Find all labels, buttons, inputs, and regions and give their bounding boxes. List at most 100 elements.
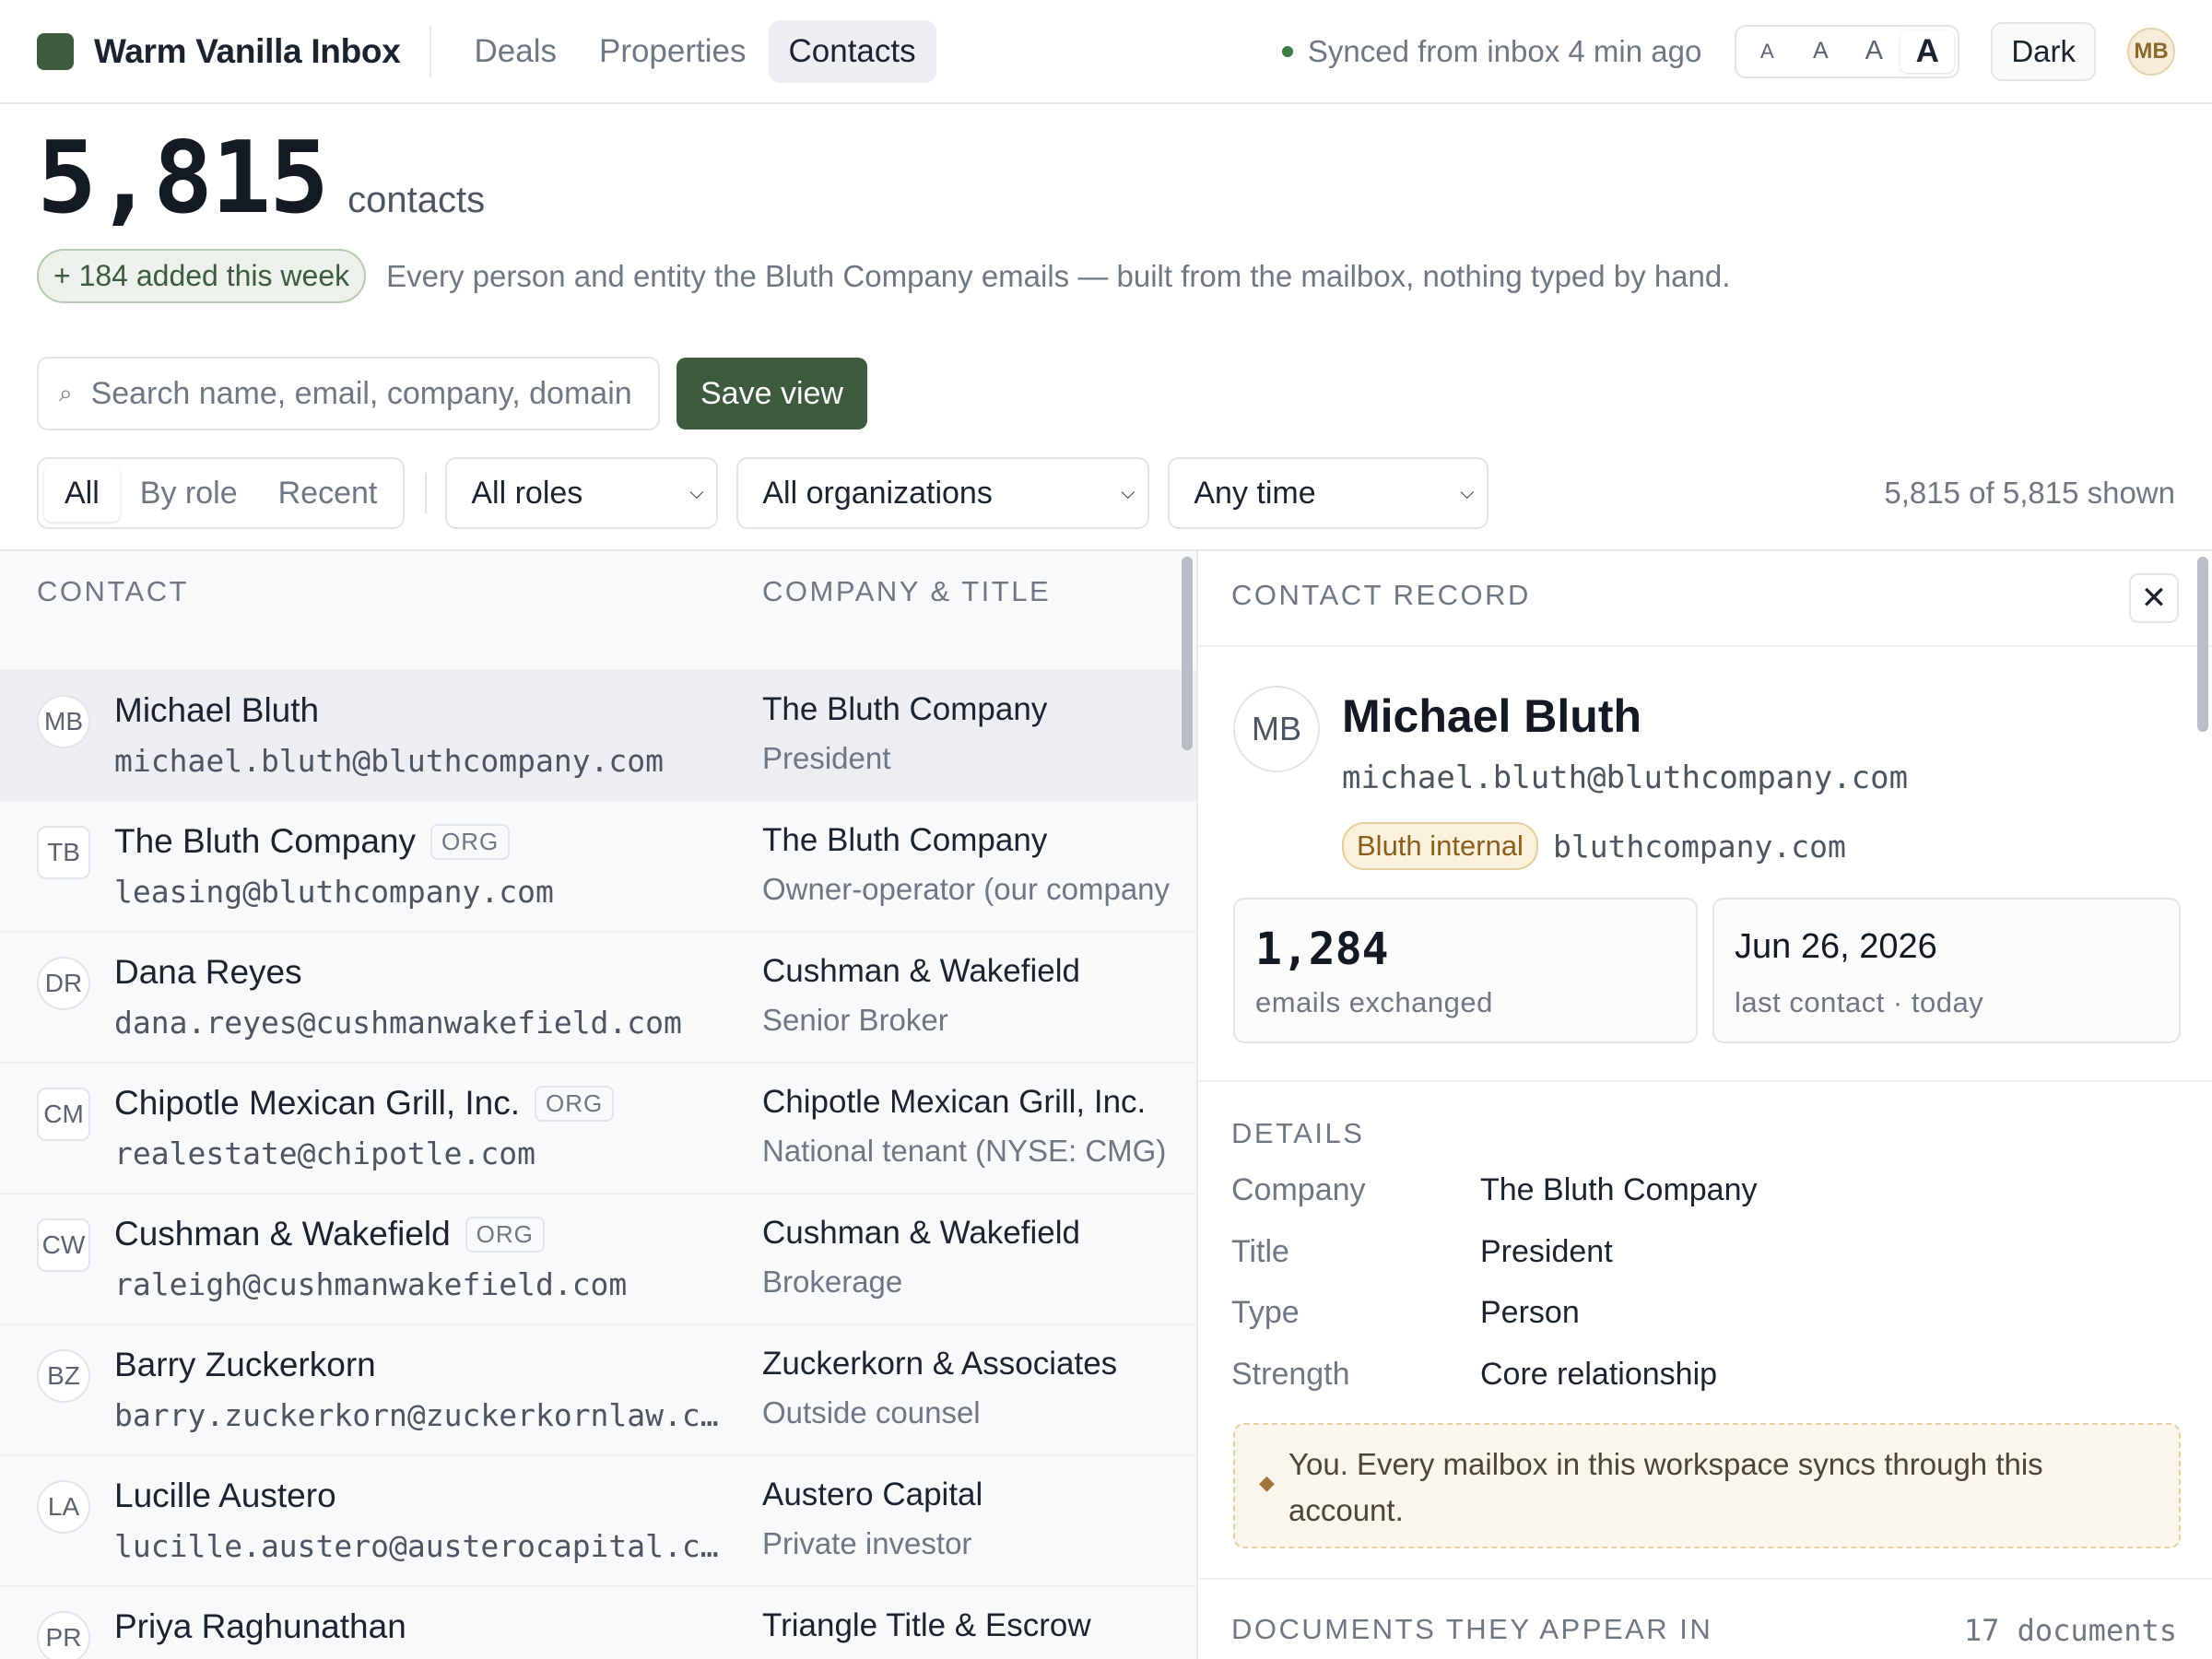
tab-deals[interactable]: Deals	[453, 20, 576, 83]
app-logo-icon	[37, 32, 74, 70]
detail-key: Company	[1231, 1172, 1366, 1207]
organization-select[interactable]: All organizations ⌵	[736, 457, 1150, 529]
record-tags: Bluth internal bluthcompany.com	[1342, 822, 1846, 870]
header-subtitle-row: + 184 added this week Every person and e…	[37, 249, 1730, 303]
detail-key: Title	[1231, 1234, 1289, 1269]
contact-name-text: Chipotle Mexican Grill, Inc.	[114, 1084, 521, 1122]
table-row[interactable]: CM Chipotle Mexican Grill, Inc. ORG reale…	[0, 1064, 1196, 1194]
sync-status-text: Synced from inbox 4 min ago	[1307, 33, 1702, 68]
details-section-title: DETAILS	[1231, 1117, 1365, 1149]
contact-name-text: Cushman & Wakefield	[114, 1215, 451, 1253]
contact-name-text: Michael Bluth	[114, 691, 320, 729]
record-note: ◆ You. Every mailbox in this workspace s…	[1233, 1423, 2181, 1548]
list-scrollbar[interactable]	[1182, 557, 1193, 750]
contact-record-panel: CONTACT RECORD ✕ MB Michael Bluth michae…	[1196, 549, 2212, 1659]
page-tagline: Every person and entity the Bluth Compan…	[386, 258, 1731, 293]
avatar: DR	[37, 957, 90, 1010]
contact-name: Michael Bluth	[114, 691, 319, 730]
time-select[interactable]: Any time ⌵	[1168, 457, 1489, 529]
contact-email: realestate@chipotle.com	[114, 1135, 535, 1171]
contact-company: Cushman & Wakefield	[762, 1215, 1080, 1251]
avatar: PR	[37, 1611, 90, 1659]
record-email[interactable]: michael.bluth@bluthcompany.com	[1342, 759, 1908, 796]
segment-by-role[interactable]: By role	[120, 465, 258, 522]
dark-mode-button[interactable]: Dark	[1991, 21, 2096, 81]
contact-company: Triangle Title & Escrow	[762, 1607, 1091, 1643]
chevron-down-icon: ⌵	[1121, 482, 1135, 503]
detail-key: Strength	[1231, 1357, 1350, 1392]
search-row: ⌕ Save view	[37, 357, 867, 430]
section-divider	[1198, 1578, 2212, 1580]
avatar: CW	[37, 1218, 90, 1272]
table-row[interactable]: CW Cushman & Wakefield ORG raleigh@cushma…	[0, 1194, 1196, 1325]
contact-name: Barry Zuckerkorn	[114, 1346, 376, 1384]
documents-section-title: DOCUMENTS THEY APPEAR IN	[1231, 1613, 1713, 1645]
contact-record-header: CONTACT RECORD ✕	[1198, 551, 2212, 647]
font-size-m-button[interactable]: A	[1847, 30, 1900, 73]
tab-properties[interactable]: Properties	[579, 20, 767, 83]
search-icon: ⌕	[59, 379, 73, 406]
record-name: Michael Bluth	[1342, 690, 1642, 742]
avatar: MB	[37, 695, 90, 748]
close-button[interactable]: ✕	[2129, 573, 2179, 623]
detail-value: Core relationship	[1480, 1357, 1718, 1392]
contact-name: Priya Raghunathan	[114, 1607, 406, 1646]
contact-name: Lucille Austero	[114, 1477, 336, 1515]
user-avatar[interactable]: MB	[2127, 27, 2175, 76]
contact-email: leasing@bluthcompany.com	[114, 874, 554, 910]
detail-value: Person	[1480, 1295, 1580, 1330]
role-select[interactable]: All roles ⌵	[445, 457, 719, 529]
detail-value: The Bluth Company	[1480, 1172, 1758, 1207]
contact-name: Cushman & Wakefield ORG	[114, 1215, 545, 1253]
table-row[interactable]: DR Dana Reyes dana.reyes@cushmanwakefiel…	[0, 933, 1196, 1064]
contact-name-text: Lucille Austero	[114, 1477, 336, 1514]
list-header: CONTACT COMPANY & TITLE	[0, 551, 1196, 671]
record-note-text: You. Every mailbox in this workspace syn…	[1288, 1447, 2043, 1527]
contact-name: The Bluth Company ORG	[114, 822, 511, 861]
org-badge: ORG	[465, 1216, 545, 1253]
segment-recent[interactable]: Recent	[258, 465, 398, 522]
added-this-week-badge: + 184 added this week	[37, 249, 367, 303]
contact-count: 5,815 contacts	[37, 129, 485, 229]
internal-badge: Bluth internal	[1342, 822, 1538, 870]
contact-name: Dana Reyes	[114, 953, 302, 992]
org-badge: ORG	[430, 823, 511, 860]
search-input[interactable]	[90, 375, 635, 412]
emails-label: emails exchanged	[1255, 986, 1493, 1018]
font-size-xs-button[interactable]: A	[1740, 30, 1794, 73]
contact-company: The Bluth Company	[762, 822, 1048, 858]
section-divider	[1198, 1080, 2212, 1082]
table-row[interactable]: LA Lucille Austero lucille.austero@auste…	[0, 1456, 1196, 1587]
contact-name: Chipotle Mexican Grill, Inc. ORG	[114, 1084, 615, 1123]
font-size-s-button[interactable]: A	[1794, 30, 1847, 73]
contact-title: National tenant (NYSE: CMG)	[762, 1134, 1167, 1168]
detail-key: Type	[1231, 1295, 1300, 1330]
close-icon: ✕	[2140, 581, 2168, 616]
contact-email: dana.reyes@cushmanwakefield.com	[114, 1005, 682, 1041]
nav-divider	[429, 25, 432, 77]
detail-scrollbar[interactable]	[2197, 557, 2208, 732]
table-row[interactable]: BZ Barry Zuckerkorn barry.zuckerkorn@zuc…	[0, 1325, 1196, 1456]
font-size-switcher: A A A A	[1735, 24, 1960, 78]
organization-select-value: All organizations	[762, 475, 993, 511]
contact-email: barry.zuckerkorn@zuckerkornlaw.com	[114, 1397, 732, 1433]
contact-name-text: Dana Reyes	[114, 953, 302, 991]
save-view-button[interactable]: Save view	[677, 358, 867, 429]
contact-count-number: 5,815	[37, 121, 329, 236]
avatar: LA	[37, 1480, 90, 1534]
time-select-value: Any time	[1194, 475, 1316, 511]
table-row[interactable]: PR Priya Raghunathan Triangle Title & Es…	[0, 1587, 1196, 1659]
segment-all[interactable]: All	[44, 465, 120, 522]
tab-contacts[interactable]: Contacts	[768, 19, 936, 83]
contact-email: michael.bluth@bluthcompany.com	[114, 743, 665, 779]
contact-title: Senior Broker	[762, 1003, 948, 1037]
contact-name-text: Priya Raghunathan	[114, 1607, 406, 1645]
contact-title: President	[762, 741, 891, 775]
detail-value: President	[1480, 1234, 1613, 1269]
emails-count: 1,284	[1255, 924, 1389, 975]
font-size-l-button[interactable]: A	[1900, 29, 1955, 73]
chevron-down-icon: ⌵	[1460, 482, 1475, 503]
table-row[interactable]: TB The Bluth Company ORG leasing@bluthcom…	[0, 802, 1196, 933]
contact-title: Outside counsel	[762, 1395, 981, 1430]
table-row[interactable]: MB Michael Bluth michael.bluth@bluthcomp…	[0, 671, 1196, 802]
